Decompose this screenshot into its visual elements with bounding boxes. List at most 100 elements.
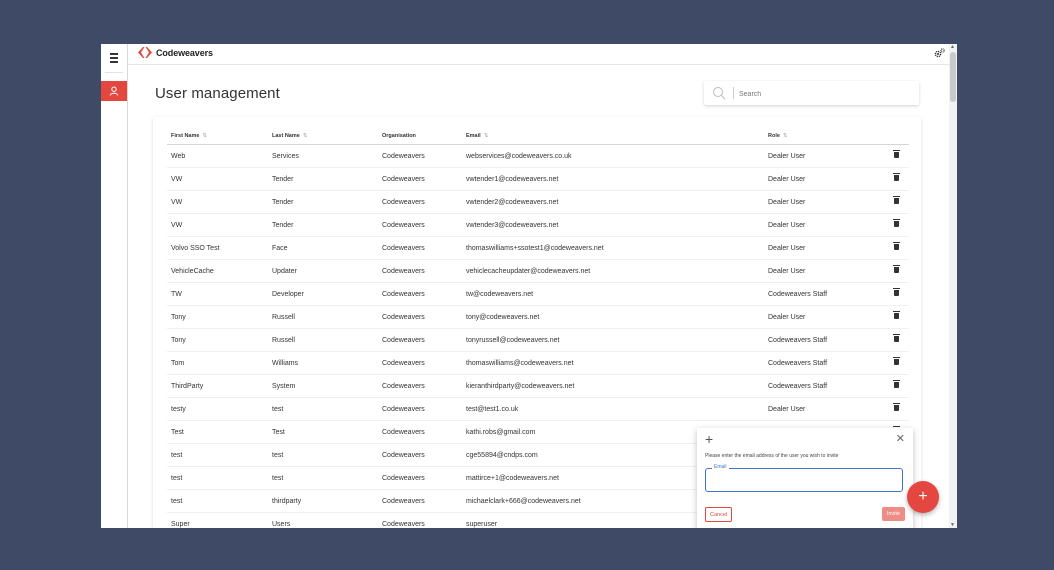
cell-last-name: Users bbox=[268, 512, 378, 528]
cell-organisation: Codeweavers bbox=[378, 328, 462, 352]
cell-first-name: VW bbox=[167, 213, 268, 237]
cell-first-name: VW bbox=[167, 190, 268, 214]
user-icon bbox=[109, 86, 119, 96]
delete-cell bbox=[884, 305, 909, 329]
cell-last-name: System bbox=[268, 374, 378, 398]
cell-email: tw@codeweavers.net bbox=[462, 282, 764, 306]
cell-role: Dealer User bbox=[764, 167, 884, 191]
table-row[interactable]: testy test Codeweavers test@test1.co.uk Deal… bbox=[167, 397, 909, 421]
trash-icon[interactable] bbox=[893, 265, 900, 273]
trash-icon[interactable] bbox=[893, 357, 900, 365]
cell-first-name: Tony bbox=[167, 305, 268, 329]
cell-email: vwtender3@codeweavers.net bbox=[462, 213, 764, 237]
delete-cell bbox=[884, 328, 909, 352]
cell-first-name: test bbox=[167, 489, 268, 513]
search-box[interactable] bbox=[704, 81, 919, 105]
plus-icon: + bbox=[705, 431, 714, 447]
cell-organisation: Codeweavers bbox=[378, 144, 462, 168]
delete-cell bbox=[884, 167, 909, 191]
sidebar-item-users[interactable] bbox=[101, 81, 127, 101]
cell-email: vwtender1@codeweavers.net bbox=[462, 167, 764, 191]
cell-email: tony@codeweavers.net bbox=[462, 305, 764, 329]
delete-cell bbox=[884, 351, 909, 375]
gears-icon[interactable] bbox=[934, 48, 945, 61]
brand-logo[interactable]: Codeweavers bbox=[138, 47, 213, 58]
cell-email: test@test1.co.uk bbox=[462, 397, 764, 421]
table-row[interactable]: ThirdParty System Codeweavers kieranthirdpa… bbox=[167, 374, 909, 398]
cell-first-name: Tom bbox=[167, 351, 268, 375]
column-header-organisation: Organisation bbox=[378, 127, 462, 145]
table-row[interactable]: VW Tender Codeweavers vwtender2@codeweavers… bbox=[167, 190, 909, 214]
column-header-first-name[interactable]: First Name ⇅ bbox=[167, 127, 268, 145]
search-divider bbox=[733, 87, 734, 99]
delete-cell bbox=[884, 282, 909, 306]
trash-icon[interactable] bbox=[893, 403, 900, 411]
cell-first-name: ThirdParty bbox=[167, 374, 268, 398]
table-row[interactable]: Tony Russell Codeweavers tonyrussell@codewe… bbox=[167, 328, 909, 352]
table-row[interactable]: Tom Williams Codeweavers thomaswilliams@cod… bbox=[167, 351, 909, 375]
page-scrollbar[interactable]: ▲ ▼ bbox=[949, 44, 957, 528]
column-header-role[interactable]: Role ⇅ bbox=[764, 127, 884, 145]
trash-icon[interactable] bbox=[893, 380, 900, 388]
top-bar: Codeweavers bbox=[128, 44, 957, 65]
cell-first-name: Super bbox=[167, 512, 268, 528]
trash-icon[interactable] bbox=[893, 196, 900, 204]
add-user-button[interactable]: + bbox=[907, 481, 939, 513]
table-row[interactable]: Web Services Codeweavers webservices@codewe… bbox=[167, 144, 909, 168]
cell-last-name: Russell bbox=[268, 305, 378, 329]
cell-first-name: test bbox=[167, 466, 268, 490]
hamburger-icon[interactable] bbox=[107, 51, 121, 65]
column-header-actions bbox=[884, 127, 909, 145]
cell-email: tonyrussell@codeweavers.net bbox=[462, 328, 764, 352]
invite-user-dialog: + ✕ Please enter the email address of th… bbox=[697, 428, 913, 528]
table-row[interactable]: VW Tender Codeweavers vwtender1@codeweavers… bbox=[167, 167, 909, 191]
scroll-up-icon[interactable]: ▲ bbox=[950, 44, 955, 50]
trash-icon[interactable] bbox=[893, 150, 900, 158]
cell-email: kieranthirdparty@codeweavers.net bbox=[462, 374, 764, 398]
cell-organisation: Codeweavers bbox=[378, 167, 462, 191]
cell-last-name: Williams bbox=[268, 351, 378, 375]
cell-organisation: Codeweavers bbox=[378, 512, 462, 528]
trash-icon[interactable] bbox=[893, 288, 900, 296]
trash-icon[interactable] bbox=[893, 311, 900, 319]
cell-organisation: Codeweavers bbox=[378, 236, 462, 260]
invite-button[interactable]: Invite bbox=[881, 507, 905, 521]
column-header-last-name[interactable]: Last Name ⇅ bbox=[268, 127, 378, 145]
cell-role: Codeweavers Staff bbox=[764, 374, 884, 398]
table-row[interactable]: Volvo SSO Test Face Codeweavers thomaswilli… bbox=[167, 236, 909, 260]
sort-icon: ⇅ bbox=[782, 132, 788, 139]
close-icon[interactable]: ✕ bbox=[896, 432, 905, 445]
cell-role: Dealer User bbox=[764, 213, 884, 237]
trash-icon[interactable] bbox=[893, 173, 900, 181]
table-row[interactable]: Tony Russell Codeweavers tony@codeweavers.n… bbox=[167, 305, 909, 329]
column-header-email[interactable]: Email ⇅ bbox=[462, 127, 764, 145]
cell-organisation: Codeweavers bbox=[378, 466, 462, 490]
plus-icon: + bbox=[918, 488, 928, 505]
scrollbar-thumb[interactable] bbox=[950, 52, 956, 102]
sort-icon: ⇅ bbox=[302, 132, 308, 139]
trash-icon[interactable] bbox=[893, 219, 900, 227]
app-window: Codeweavers ▲ ▼ User management First Na… bbox=[101, 44, 957, 528]
cell-last-name: test bbox=[268, 397, 378, 421]
delete-cell bbox=[884, 259, 909, 283]
trash-icon[interactable] bbox=[893, 334, 900, 342]
cell-email: webservices@codeweavers.co.uk bbox=[462, 144, 764, 168]
cell-first-name: test bbox=[167, 443, 268, 467]
search-input[interactable] bbox=[737, 84, 911, 104]
cell-email: vehiclecacheupdater@codeweavers.net bbox=[462, 259, 764, 283]
trash-icon[interactable] bbox=[893, 242, 900, 250]
email-input[interactable] bbox=[710, 473, 900, 489]
table-row[interactable]: TW Developer Codeweavers tw@codeweavers.net… bbox=[167, 282, 909, 306]
cell-organisation: Codeweavers bbox=[378, 282, 462, 306]
table-row[interactable]: VehicleCache Updater Codeweavers vehiclecac… bbox=[167, 259, 909, 283]
cell-first-name: Test bbox=[167, 420, 268, 444]
cancel-button[interactable]: Cancel bbox=[705, 507, 733, 522]
cell-role: Codeweavers Staff bbox=[764, 351, 884, 375]
table-row[interactable]: VW Tender Codeweavers vwtender3@codeweavers… bbox=[167, 213, 909, 237]
cell-last-name: Face bbox=[268, 236, 378, 260]
search-icon bbox=[713, 87, 726, 100]
cell-last-name: test bbox=[268, 443, 378, 467]
email-field[interactable]: Email bbox=[705, 464, 903, 492]
cell-first-name: VehicleCache bbox=[167, 259, 268, 283]
scroll-down-icon[interactable]: ▼ bbox=[950, 522, 955, 528]
